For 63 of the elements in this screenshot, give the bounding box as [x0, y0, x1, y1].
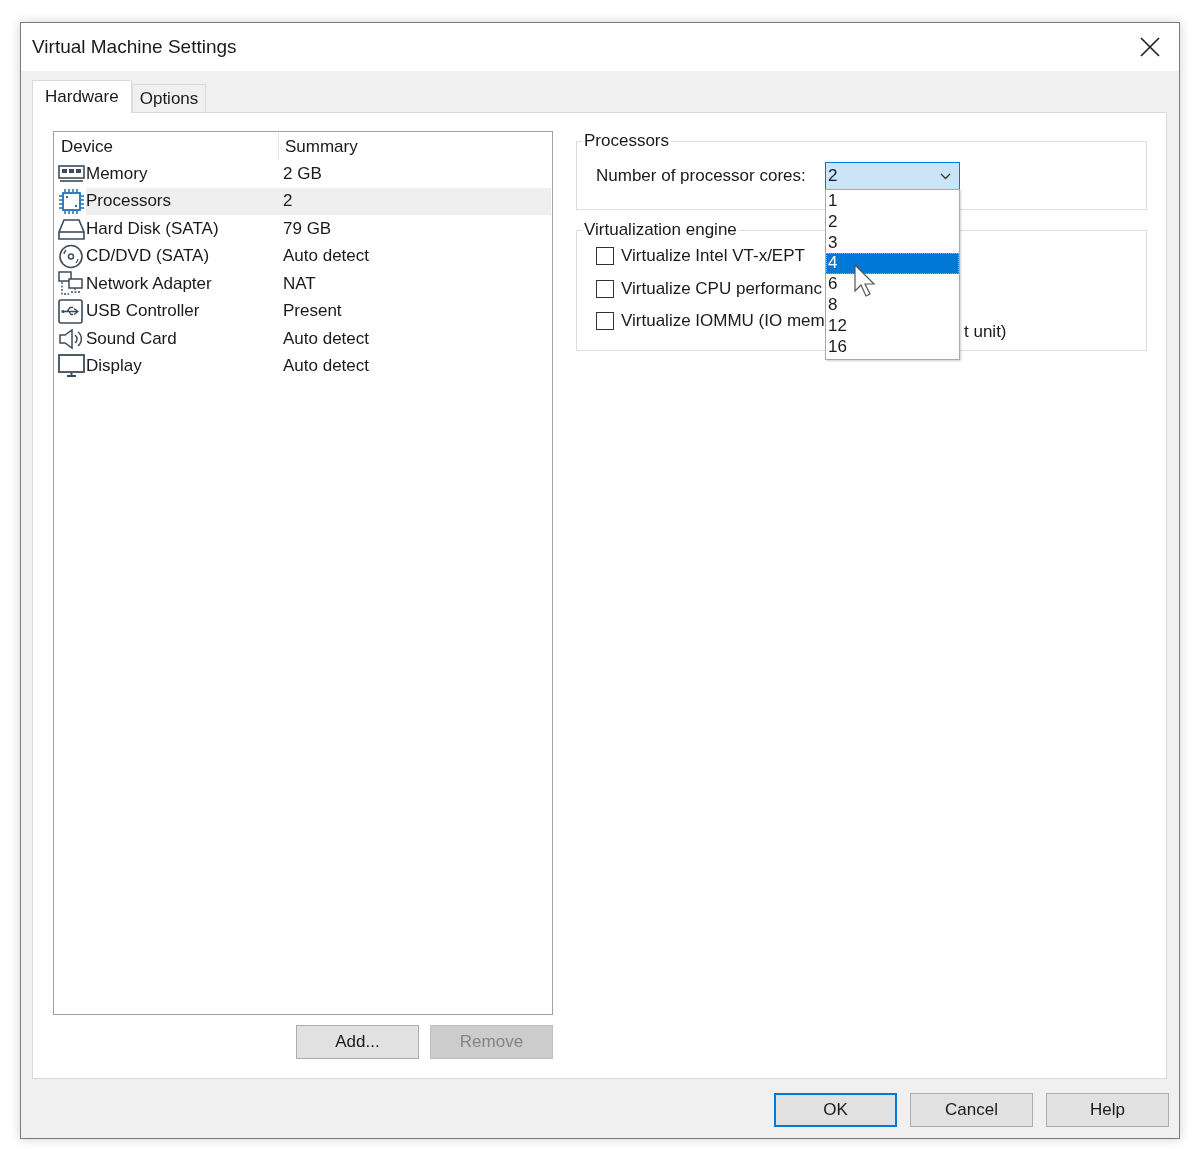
cancel-button[interactable]: Cancel	[910, 1093, 1033, 1127]
speaker-icon	[58, 327, 83, 350]
column-header[interactable]: Device	[55, 133, 279, 160]
table-cell-text: Processors	[86, 191, 173, 212]
checkbox-label[interactable]: Virtualize CPU performanc	[621, 278, 822, 299]
table-cell: NAT	[283, 273, 316, 294]
tab[interactable]: Hardware	[32, 80, 132, 113]
group-title: Processors	[583, 131, 671, 151]
table-row[interactable]: Memory 2 GB	[86, 160, 551, 188]
dropdown-option[interactable]: 16	[826, 336, 959, 358]
table-cell-text: Network Adapter	[86, 273, 213, 294]
checkbox[interactable]	[596, 247, 614, 266]
table-row[interactable]: Processors 2	[86, 187, 551, 215]
cursor-icon	[854, 264, 876, 298]
checkbox[interactable]	[596, 279, 614, 298]
dropdown-option[interactable]: 12	[826, 315, 959, 337]
tab[interactable]: Options	[131, 84, 207, 112]
monitors-icon	[58, 271, 85, 297]
table-cell-text: Memory	[86, 163, 149, 184]
disc-icon	[58, 243, 85, 269]
table-cell: Auto detect	[283, 328, 369, 349]
help-button[interactable]: Help	[1046, 1093, 1169, 1127]
table-cell-text: Sound Card	[86, 328, 178, 349]
table-cell: 2	[283, 191, 293, 212]
field-label: Number of processor cores:	[596, 166, 807, 186]
checkbox-label[interactable]: Virtualize Intel VT-x/EPT	[621, 246, 805, 267]
table-row[interactable]: CD/DVD (SATA) Auto detect	[86, 242, 551, 270]
add-button[interactable]: Add...	[296, 1025, 419, 1059]
table-cell-text: Hard Disk (SATA)	[86, 218, 220, 239]
group-title: Virtualization engine	[583, 220, 738, 240]
window-title: Virtual Machine Settings	[32, 36, 237, 58]
table-cell-text: USB Controller	[86, 301, 201, 322]
dropdown-option[interactable]: 6	[826, 274, 959, 295]
table-cell-text: Display	[86, 356, 143, 377]
column-header[interactable]: Summary	[279, 133, 358, 160]
dropdown-option[interactable]: 3	[826, 232, 959, 254]
drive-icon	[58, 217, 85, 240]
dropdown-option[interactable]: 2	[826, 211, 959, 233]
dropdown-option[interactable]: 1	[826, 191, 959, 212]
table-row[interactable]: Sound Card Auto detect	[86, 325, 551, 353]
close-icon[interactable]	[1139, 36, 1161, 58]
table-cell: 2 GB	[283, 163, 322, 184]
table-cell: Auto detect	[283, 356, 369, 377]
table-row[interactable]: Display Auto detect	[86, 352, 551, 380]
table-cell: Present	[283, 301, 342, 322]
monitor-icon	[58, 354, 85, 379]
dropdown-option[interactable]: 4	[826, 253, 959, 275]
table-row[interactable]: Network Adapter NAT	[86, 270, 551, 298]
table-row[interactable]: USB Controller Present	[86, 297, 551, 325]
dropdown-option[interactable]: 8	[826, 295, 959, 316]
table-cell-text: CD/DVD (SATA)	[86, 246, 211, 267]
memory-icon	[58, 164, 85, 183]
chip-icon	[58, 187, 85, 215]
chevron-icon	[940, 172, 951, 180]
table-row[interactable]: Hard Disk (SATA) 79 GB	[86, 215, 551, 243]
table-cell: 79 GB	[283, 218, 332, 239]
checkbox[interactable]	[596, 312, 614, 331]
usb-icon	[58, 298, 83, 324]
cores-dropdown[interactable]: 2	[825, 162, 960, 190]
checkbox-label[interactable]: Virtualize IOMMU (IO mem	[621, 311, 825, 332]
ok-button[interactable]: OK	[774, 1093, 897, 1127]
checkbox-label[interactable]: t unit)	[964, 322, 1007, 342]
table-cell: Auto detect	[283, 246, 369, 267]
